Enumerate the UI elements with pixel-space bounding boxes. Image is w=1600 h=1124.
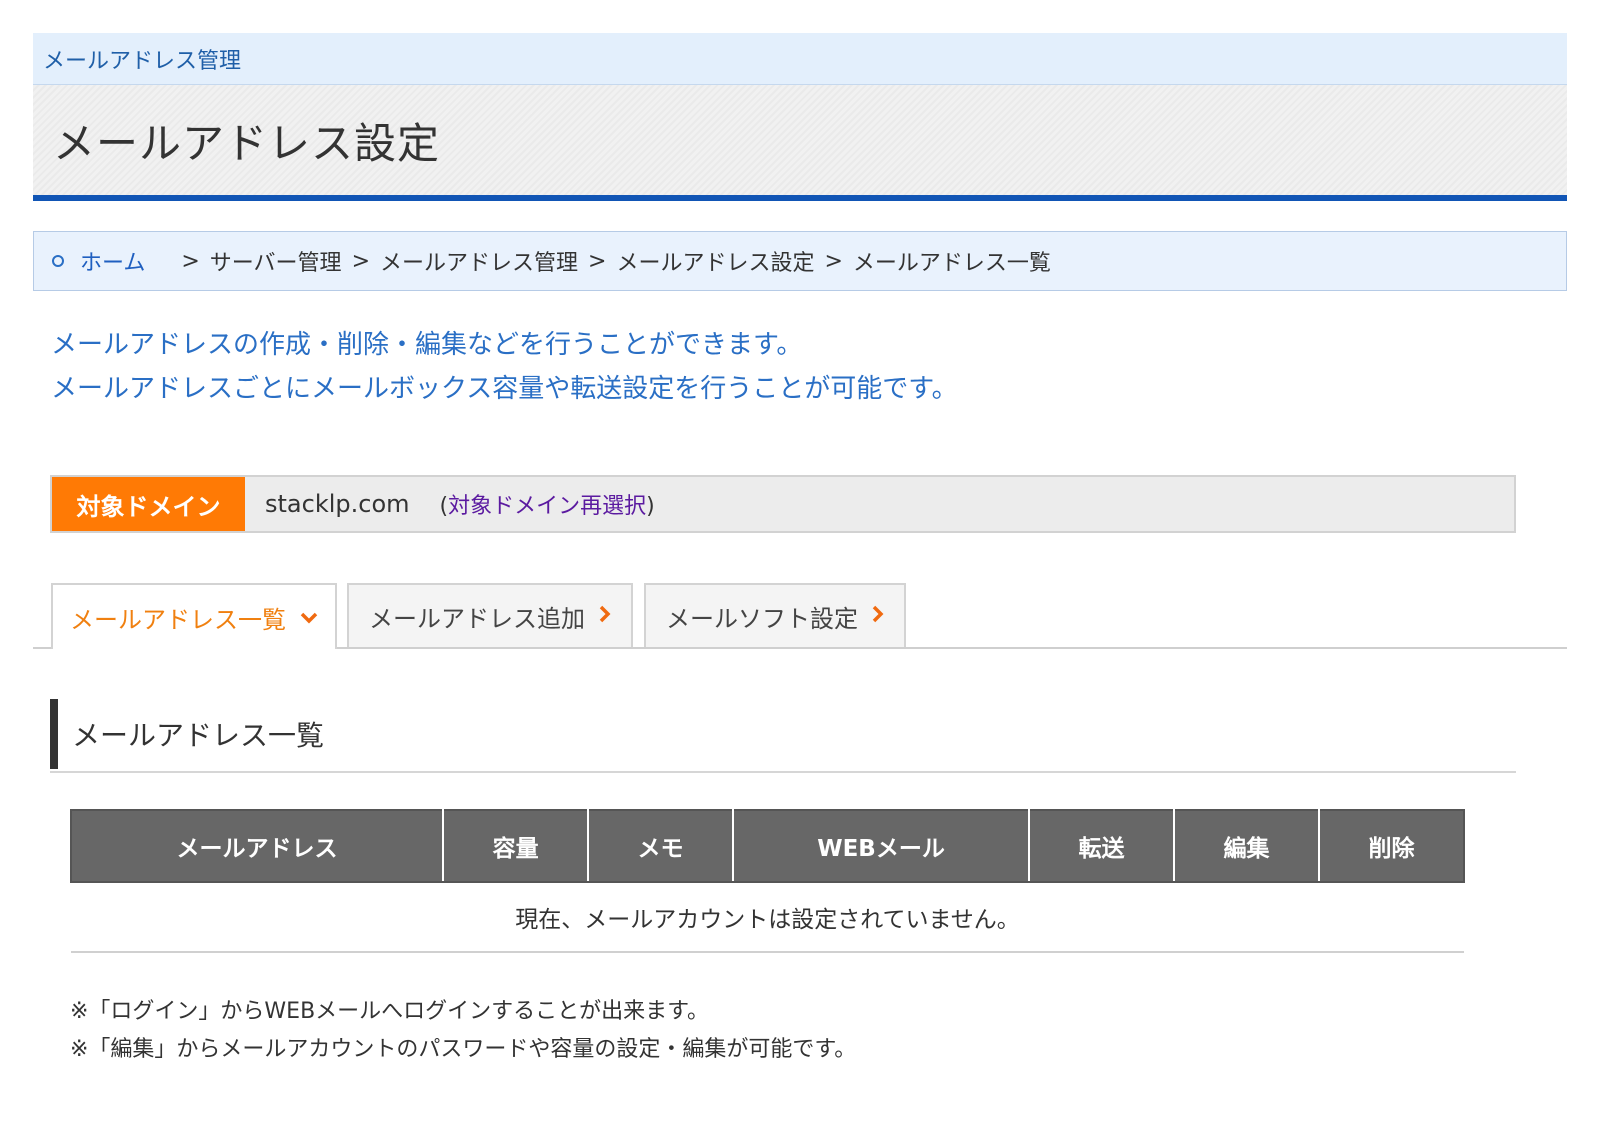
tab-mail-add[interactable]: メールアドレス追加 bbox=[347, 583, 633, 647]
breadcrumb-separator: > bbox=[588, 248, 607, 274]
domain-reselect: (対象ドメイン再選択) bbox=[440, 488, 655, 520]
column-header-delete: 削除 bbox=[1317, 809, 1466, 883]
tab-label: メールソフト設定 bbox=[666, 604, 858, 633]
note-line-2: ※「編集」からメールアカウントのパスワードや容量の設定・編集が可能です。 bbox=[70, 1037, 857, 1062]
circle-bullet-icon bbox=[52, 255, 64, 267]
breadcrumb-separator: > bbox=[824, 248, 843, 274]
breadcrumb-separator: > bbox=[351, 248, 370, 274]
column-header-edit: 編集 bbox=[1172, 809, 1320, 883]
tab-mail-list[interactable]: メールアドレス一覧 bbox=[51, 583, 337, 649]
breadcrumb-separator: > bbox=[181, 248, 200, 274]
chevron-right-icon bbox=[599, 604, 611, 629]
mail-address-table: メールアドレス 容量 メモ WEBメール 転送 編集 削除 現在、メールアカウン… bbox=[69, 809, 1466, 953]
breadcrumb-home-link[interactable]: ホーム bbox=[80, 245, 145, 277]
chevron-down-icon bbox=[300, 605, 318, 630]
page-title-box: メールアドレス設定 bbox=[33, 85, 1567, 201]
column-header-memo: メモ bbox=[587, 809, 735, 883]
breadcrumb-item-mail-list: メールアドレス一覧 bbox=[852, 251, 1051, 276]
target-domain-row: 対象ドメイン stacklp.com (対象ドメイン再選択) bbox=[50, 475, 1516, 533]
target-domain-value: stacklp.com bbox=[265, 490, 410, 518]
breadcrumb-item-server: サーバー管理 bbox=[209, 251, 342, 276]
breadcrumb-item-mail-management: メールアドレス管理 bbox=[380, 251, 579, 276]
note-line-1: ※「ログイン」からWEBメールへログインすることが出来ます。 bbox=[70, 999, 709, 1024]
target-domain-label: 対象ドメイン bbox=[52, 477, 245, 531]
column-header-address: メールアドレス bbox=[69, 809, 445, 883]
column-header-capacity: 容量 bbox=[442, 809, 590, 883]
section-label: メールアドレス管理 bbox=[43, 48, 242, 74]
table-header-row: メールアドレス 容量 メモ WEBメール 転送 編集 削除 bbox=[69, 809, 1466, 883]
subsection-title: メールアドレス一覧 bbox=[72, 719, 325, 752]
tab-label: メールアドレス一覧 bbox=[70, 605, 286, 634]
chevron-right-icon bbox=[872, 604, 884, 629]
table-row: 現在、メールアカウントは設定されていません。 bbox=[71, 882, 1464, 953]
reselect-paren-close: ) bbox=[646, 494, 655, 519]
section-label-bar: メールアドレス管理 bbox=[33, 33, 1567, 85]
subsection-header: メールアドレス一覧 bbox=[50, 697, 1516, 773]
breadcrumb: ホーム > サーバー管理 > メールアドレス管理 > メールアドレス設定 > メ… bbox=[33, 231, 1567, 291]
page-title: メールアドレス設定 bbox=[53, 118, 441, 168]
column-header-forward: 転送 bbox=[1028, 809, 1175, 883]
table-empty-message: 現在、メールアカウントは設定されていません。 bbox=[71, 882, 1464, 953]
tab-label: メールアドレス追加 bbox=[369, 604, 585, 633]
page-container: メールアドレス管理 メールアドレス設定 ホーム > サーバー管理 > メールアド… bbox=[33, 33, 1567, 1069]
description-line-2: メールアドレスごとにメールボックス容量や転送設定を行うことが可能です。 bbox=[51, 374, 958, 404]
tab-mail-software[interactable]: メールソフト設定 bbox=[644, 583, 906, 647]
description-line-1: メールアドレスの作成・削除・編集などを行うことができます。 bbox=[51, 330, 803, 360]
breadcrumb-item-mail-settings: メールアドレス設定 bbox=[616, 251, 815, 276]
reselect-paren-open: ( bbox=[439, 494, 449, 519]
notes: ※「ログイン」からWEBメールへログインすることが出来ます。 ※「編集」からメー… bbox=[70, 993, 1567, 1069]
domain-reselect-link[interactable]: 対象ドメイン再選択 bbox=[448, 494, 646, 519]
page-description: メールアドレスの作成・削除・編集などを行うことができます。 メールアドレスごとに… bbox=[33, 323, 1567, 411]
tab-bar: メールアドレス一覧 メールアドレス追加 メールソフト設定 bbox=[33, 583, 1567, 649]
column-header-webmail: WEBメール bbox=[732, 809, 1031, 883]
subsection-marker bbox=[50, 699, 58, 769]
